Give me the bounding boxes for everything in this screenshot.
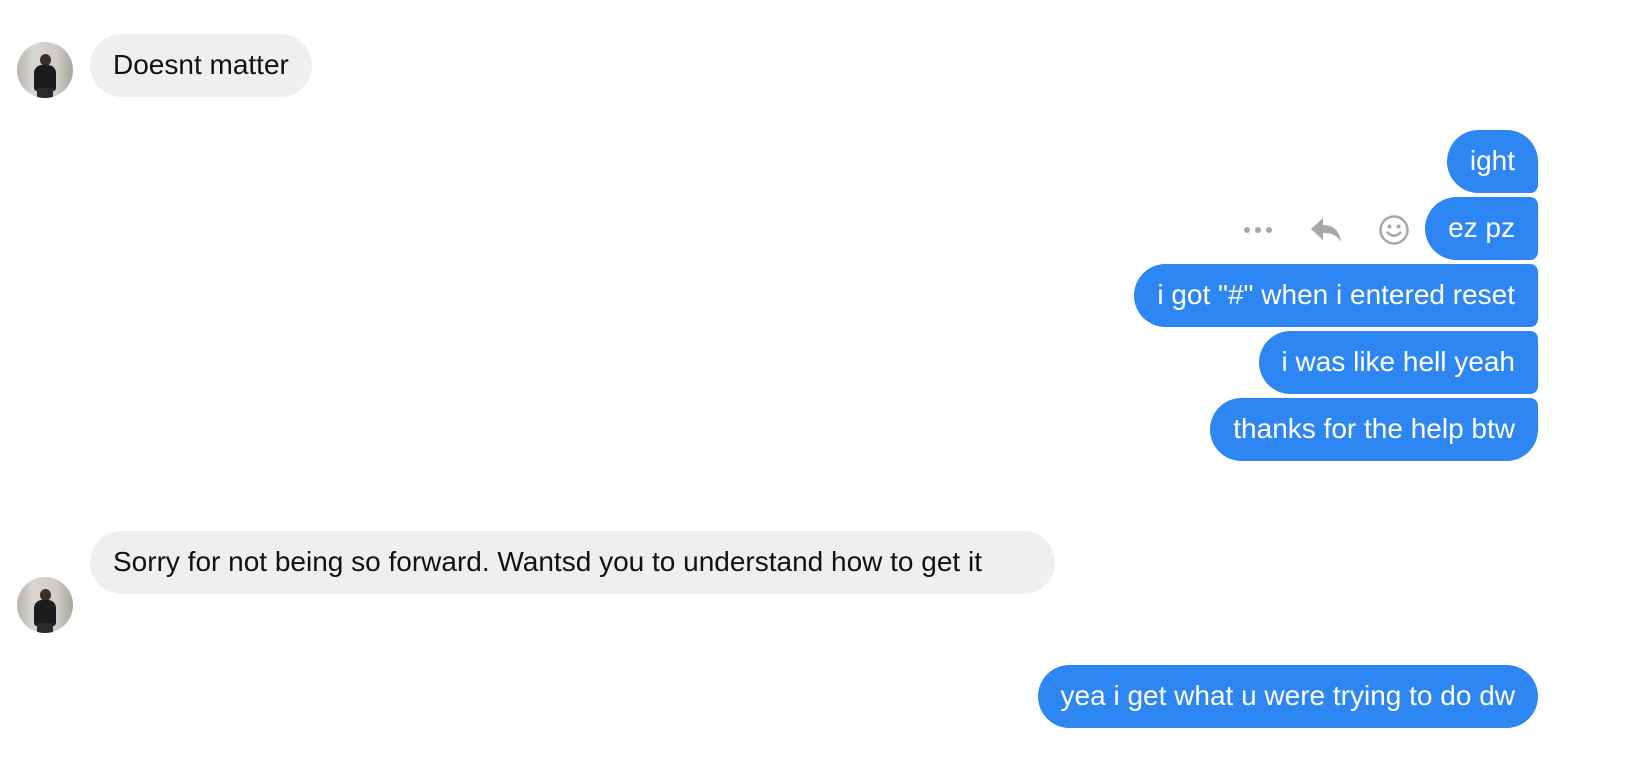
message-actions-toolbar bbox=[1238, 210, 1414, 250]
message-bubble-incoming[interactable]: Sorry for not being so forward. Wantsd y… bbox=[90, 531, 1055, 594]
message-bubble-outgoing[interactable]: yea i get what u were trying to do dw bbox=[1037, 665, 1538, 728]
chat-thread: Doesnt matter ight ez pz i got "#" when … bbox=[0, 0, 1642, 784]
more-icon[interactable] bbox=[1238, 210, 1278, 250]
message-bubble-outgoing[interactable]: thanks for the help btw bbox=[1210, 398, 1538, 461]
message-bubble-outgoing[interactable]: ez pz bbox=[1425, 197, 1538, 260]
message-bubble-incoming[interactable]: Doesnt matter bbox=[90, 34, 312, 97]
message-bubble-outgoing[interactable]: ight bbox=[1446, 130, 1538, 193]
reaction-icon[interactable] bbox=[1374, 210, 1414, 250]
contact-avatar[interactable] bbox=[17, 42, 73, 98]
contact-avatar[interactable] bbox=[17, 577, 73, 633]
reply-icon[interactable] bbox=[1306, 210, 1346, 250]
message-bubble-outgoing[interactable]: i was like hell yeah bbox=[1258, 331, 1538, 394]
message-bubble-outgoing[interactable]: i got "#" when i entered reset bbox=[1134, 264, 1538, 327]
